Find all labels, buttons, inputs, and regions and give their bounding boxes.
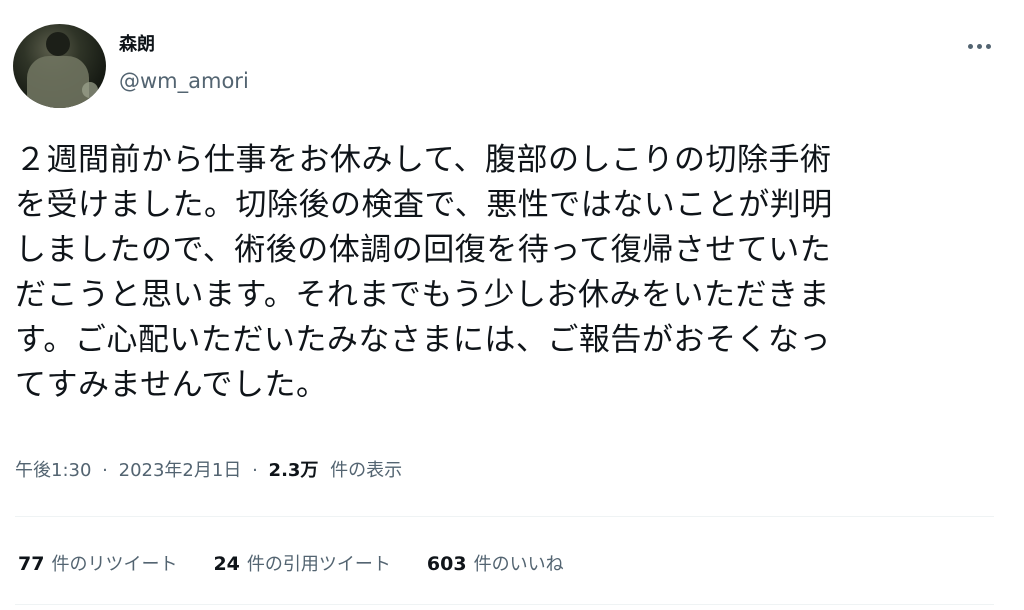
retweets-count: 77 [18,553,45,575]
tweet-date[interactable]: 2023年2月1日 [119,460,242,481]
avatar-highlight [82,82,98,98]
user-handle[interactable]: @wm_amori [119,69,249,93]
views-label: 件の表示 [330,460,403,481]
likes-label: 件のいいね [473,554,564,575]
engagement-stats: 77 件のリツイート 24 件の引用ツイート 603 件のいいね [18,551,600,578]
display-name[interactable]: 森朗 [119,33,155,57]
meta-separator: · [102,460,108,481]
quotes-label: 件の引用ツイート [246,554,391,575]
quotes-count: 24 [213,553,240,575]
more-options-icon[interactable] [958,32,1000,60]
more-dot [985,43,991,49]
divider [15,516,994,517]
tweet-card: 森朗 @wm_amori ２週間前から仕事をお休みして、腹部のしこりの切除手術 … [0,0,1024,610]
avatar[interactable] [13,24,106,108]
quotes-stat[interactable]: 24 件の引用ツイート [213,551,390,578]
retweets-label: 件のリツイート [51,554,178,575]
likes-stat[interactable]: 603 件のいいね [427,551,564,578]
more-dot [967,43,973,49]
tweet-body: ２週間前から仕事をお休みして、腹部のしこりの切除手術 を受けました。切除後の検査… [15,142,833,403]
tweet-time[interactable]: 午後1:30 [15,460,91,481]
more-dot [976,43,982,49]
avatar-figure-head [46,32,70,56]
avatar-figure-body [27,56,89,108]
meta-separator: · [252,460,258,481]
tweet-meta: 午後1:30 · 2023年2月1日 · 2.3万 件の表示 [15,459,402,483]
likes-count: 603 [426,553,467,575]
retweets-stat[interactable]: 77 件のリツイート [18,551,177,578]
views-count[interactable]: 2.3万 [269,460,319,481]
divider [15,604,994,605]
